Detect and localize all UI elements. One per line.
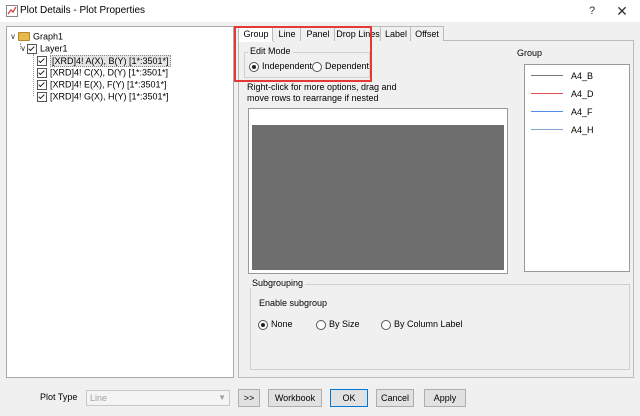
legend-line (531, 129, 563, 130)
independent-label: Independent (262, 61, 313, 71)
tree-node-layer1[interactable]: ∨ Layer1 (9, 42, 171, 54)
tree-label-layer: Layer1 (40, 43, 68, 54)
tab-offset[interactable]: Offset (410, 26, 444, 41)
tree-label-graph: Graph1 (33, 31, 64, 42)
plot-checkbox[interactable] (37, 79, 47, 90)
collapse-arrow-icon[interactable]: ∨ (9, 31, 17, 43)
plot-type-value: Line (90, 393, 108, 403)
radio-icon (381, 319, 391, 330)
radio-icon (316, 319, 326, 330)
tree-label-plot: [XRD]4! G(X), H(Y) [1*:3501*] (50, 91, 169, 102)
tree-node-plot[interactable]: [XRD]4! A(X), B(Y) [1*:3501*] (9, 54, 171, 67)
group-label: Group (517, 48, 543, 58)
tab-line[interactable]: Line (272, 26, 302, 41)
ok-button[interactable]: OK (330, 389, 368, 407)
plot-checkbox[interactable] (37, 67, 47, 78)
window-title: Plot Details - Plot Properties (20, 5, 146, 16)
title-bar: Plot Details - Plot Properties ? ✕ (0, 0, 640, 22)
legend-label: A4_B (571, 71, 594, 81)
tree-node-plot[interactable]: [XRD]4! G(X), H(Y) [1*:3501*] (9, 90, 171, 102)
workbook-button[interactable]: Workbook (268, 389, 322, 407)
legend-label: A4_D (571, 89, 594, 99)
tab-group[interactable]: Group (238, 26, 274, 42)
group-preview[interactable] (248, 108, 508, 274)
legend-line (531, 75, 563, 76)
hint-text: Right-click for more options, drag and m… (247, 82, 397, 104)
radio-selected-icon (258, 319, 268, 330)
cancel-button[interactable]: Cancel (376, 389, 414, 407)
by-column-label-label: By Column Label (394, 319, 463, 329)
dropdown-arrow-icon: ▼ (218, 393, 226, 402)
legend-label: A4_F (571, 107, 593, 117)
radio-selected-icon (249, 61, 259, 72)
plot-checkbox[interactable] (37, 91, 47, 102)
tab-panel[interactable]: Panel (300, 26, 336, 41)
origin-app-icon (6, 5, 18, 17)
tab-label[interactable]: Label (380, 26, 412, 41)
by-size-label: By Size (329, 319, 360, 329)
legend-line (531, 111, 563, 112)
independent-radio[interactable]: Independent (249, 61, 312, 72)
edit-mode-title: Edit Mode (248, 46, 293, 56)
plot-type-label: Plot Type (40, 392, 78, 402)
tree-label-plot: [XRD]4! C(X), D(Y) [1*:3501*] (50, 67, 169, 78)
hint-line-2: move rows to rearrange if nested (247, 93, 379, 103)
apply-button[interactable]: Apply (424, 389, 466, 407)
tree-node-plot[interactable]: [XRD]4! C(X), D(Y) [1*:3501*] (9, 66, 171, 78)
expand-button[interactable]: >> (238, 389, 260, 407)
subgrouping-title: Subgrouping (250, 278, 306, 288)
subgroup-by-size-radio[interactable]: By Size (316, 319, 360, 330)
folder-icon (18, 32, 30, 42)
enable-subgroup-label: Enable subgroup (259, 298, 328, 308)
help-button[interactable]: ? (580, 2, 604, 20)
tab-drop-lines[interactable]: Drop Lines (334, 26, 382, 41)
radio-icon (312, 61, 322, 72)
close-button[interactable]: ✕ (610, 2, 634, 20)
tree-label-plot: [XRD]4! E(X), F(Y) [1*:3501*] (50, 79, 167, 90)
dependent-label: Dependent (325, 61, 370, 71)
hint-line-1: Right-click for more options, drag and (247, 82, 397, 92)
tree-label-plot: [XRD]4! A(X), B(Y) [1*:3501*] (50, 54, 171, 67)
tree-node-plot[interactable]: [XRD]4! E(X), F(Y) [1*:3501*] (9, 78, 171, 90)
subgroup-none-radio[interactable]: None (258, 319, 293, 330)
none-label: None (271, 319, 293, 329)
plot-checkbox[interactable] (37, 55, 47, 66)
legend-label: A4_H (571, 125, 594, 135)
dependent-radio[interactable]: Dependent (312, 61, 369, 72)
layer-checkbox[interactable] (27, 43, 37, 54)
preview-area (252, 125, 504, 270)
group-legend[interactable]: A4_B A4_D A4_F A4_H (524, 64, 630, 272)
tree-node-graph1[interactable]: ∨ Graph1 (9, 30, 171, 42)
collapse-arrow-icon[interactable]: ∨ (19, 43, 27, 55)
legend-line (531, 93, 563, 94)
plot-type-select[interactable]: Line ▼ (86, 390, 230, 406)
subgroup-by-column-label-radio[interactable]: By Column Label (381, 319, 463, 330)
plot-tree[interactable]: ∨ Graph1 ∨ Layer1 [XRD]4! A(X), B(Y) [1*:3… (6, 26, 234, 378)
